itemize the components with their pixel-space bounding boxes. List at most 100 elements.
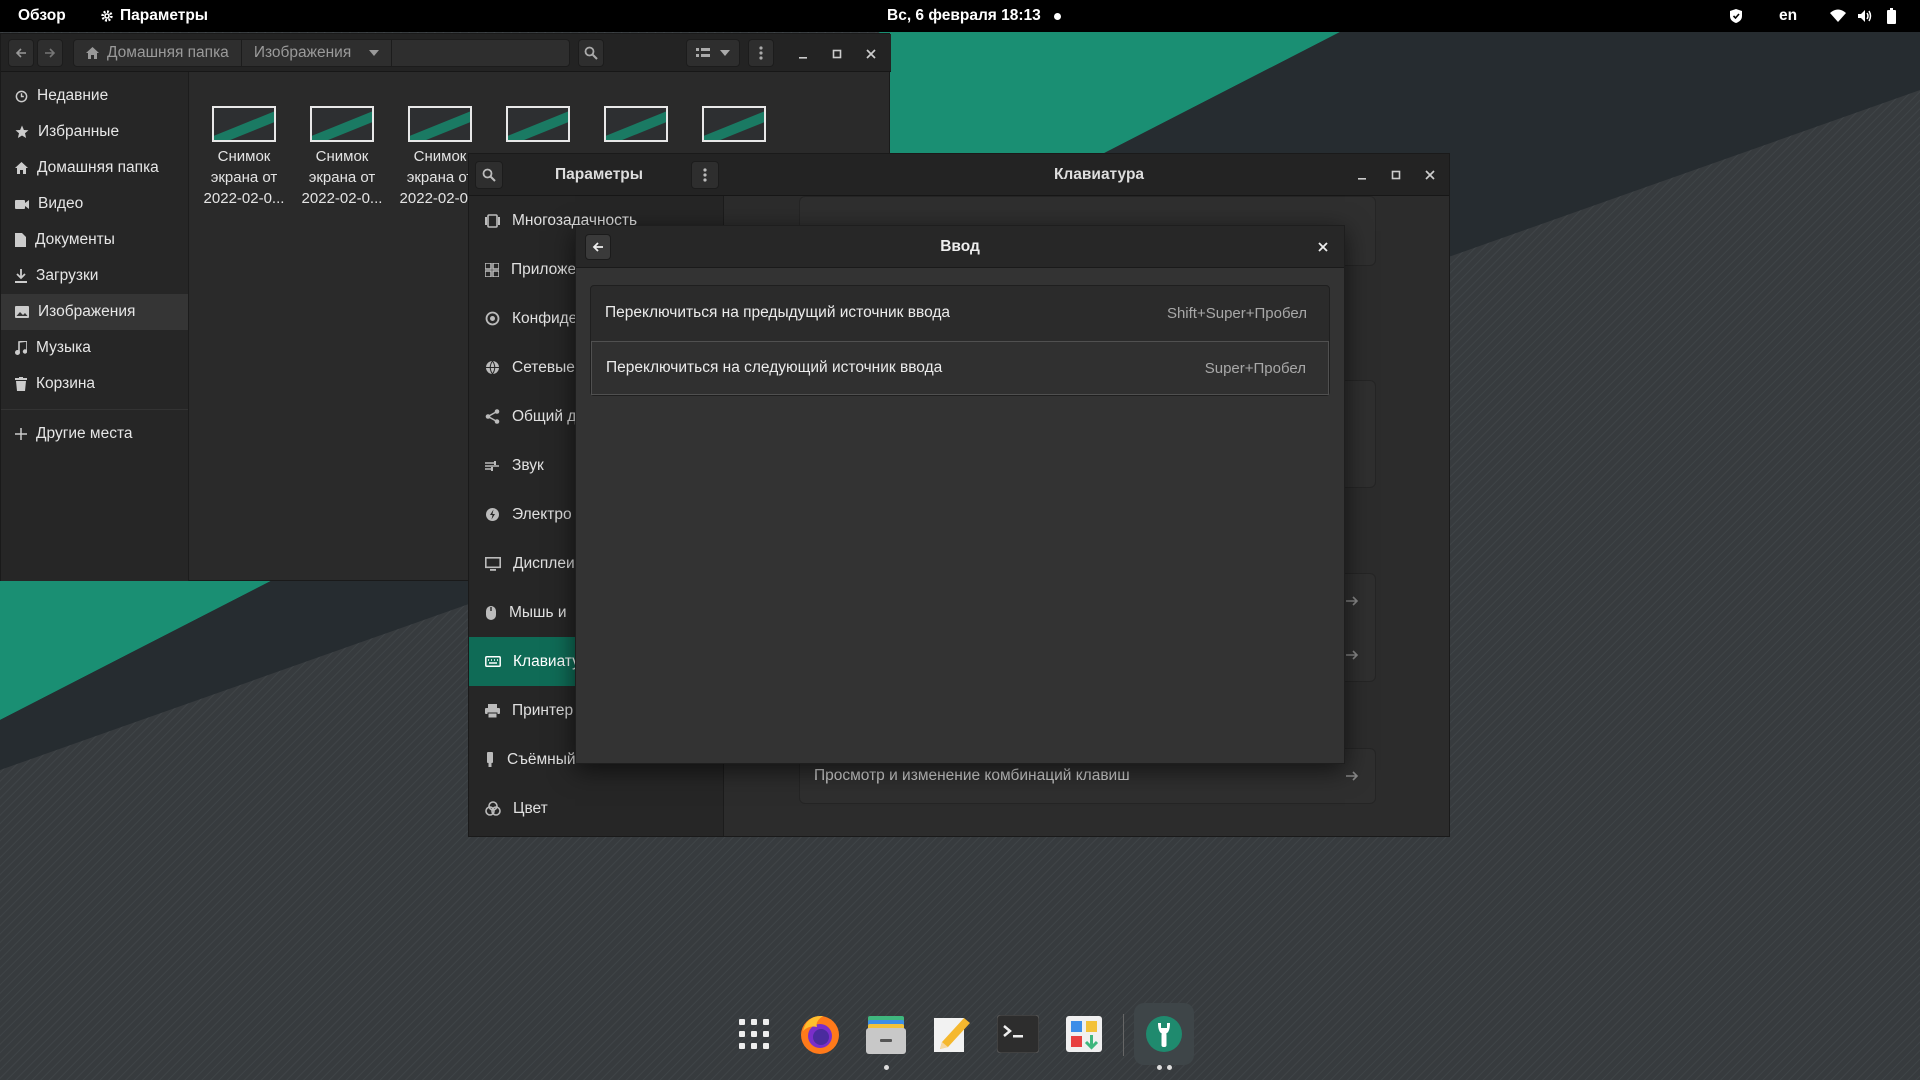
files-icon bbox=[866, 1016, 906, 1054]
activities-button[interactable]: Обзор bbox=[18, 0, 66, 32]
file-item[interactable]: Снимок экрана от 2022-02-0... bbox=[297, 106, 387, 209]
close-button[interactable] bbox=[1413, 158, 1447, 192]
dock bbox=[0, 1000, 1920, 1080]
printer-icon bbox=[485, 703, 500, 718]
file-thumbnail bbox=[604, 106, 668, 142]
multitasking-icon bbox=[485, 213, 500, 228]
settings-search-button[interactable] bbox=[475, 161, 503, 189]
file-thumbnail bbox=[310, 106, 374, 142]
terminal-icon bbox=[997, 1015, 1039, 1053]
clock[interactable]: Вс, 6 февраля 18:13 bbox=[887, 0, 1041, 32]
app-grid-icon bbox=[739, 1019, 769, 1049]
file-thumbnail bbox=[506, 106, 570, 142]
dock-firefox[interactable] bbox=[790, 1003, 850, 1065]
dialog-header: Ввод bbox=[576, 226, 1344, 268]
arrow-left-icon bbox=[592, 242, 603, 252]
shortcut-row[interactable]: Переключиться на предыдущий источник вво… bbox=[591, 286, 1329, 340]
settings-icon bbox=[1146, 1016, 1182, 1052]
sidebar-item-starred[interactable]: Избранные bbox=[1, 114, 188, 150]
dock-software-center[interactable] bbox=[1054, 1003, 1114, 1065]
sidebar-item-label: Музыка bbox=[36, 339, 91, 356]
sidebar-item-trash[interactable]: Корзина bbox=[1, 366, 188, 402]
dock-text-editor[interactable] bbox=[922, 1003, 982, 1065]
arrow-left-icon bbox=[15, 48, 26, 58]
file-item[interactable]: Снимок экрана от 2022-02-0... bbox=[199, 106, 289, 209]
breadcrumb-home-label: Домашняя папка bbox=[107, 44, 229, 61]
file-item[interactable] bbox=[591, 106, 681, 146]
running-indicator bbox=[1157, 1065, 1162, 1070]
file-name-line: экрана от bbox=[210, 169, 278, 186]
view-options-button[interactable] bbox=[686, 39, 740, 67]
files-header-bar: Домашняя папка Изображения bbox=[1, 34, 891, 72]
shield-icon[interactable] bbox=[1729, 0, 1743, 32]
privacy-icon bbox=[485, 311, 500, 326]
sidebar-item-label: Домашняя папка bbox=[37, 159, 159, 176]
breadcrumb-images[interactable]: Изображения bbox=[242, 40, 393, 66]
dock-separator bbox=[1123, 1014, 1124, 1056]
sidebar-item-images[interactable]: Изображения bbox=[1, 294, 188, 330]
sidebar-item-documents[interactable]: Документы bbox=[1, 222, 188, 258]
shortcut-row[interactable]: Переключиться на следующий источник ввод… bbox=[591, 341, 1329, 395]
sidebar-item-home[interactable]: Домашняя папка bbox=[1, 150, 188, 186]
settings-menu-button[interactable] bbox=[691, 161, 719, 189]
sidebar-item-videos[interactable]: Видео bbox=[1, 186, 188, 222]
shortcut-accelerator: Shift+Super+Пробел bbox=[1166, 304, 1307, 322]
removable-media-icon bbox=[487, 752, 493, 767]
maximize-icon bbox=[1391, 170, 1401, 180]
sidebar-item-label: Цвет bbox=[513, 799, 548, 817]
volume-icon[interactable] bbox=[1857, 0, 1873, 32]
home-icon bbox=[86, 47, 99, 59]
trash-icon bbox=[15, 377, 27, 391]
maximize-button[interactable] bbox=[1379, 158, 1413, 192]
image-icon bbox=[15, 306, 29, 318]
sidebar-item-color[interactable]: Цвет bbox=[469, 784, 723, 833]
battery-icon[interactable] bbox=[1887, 0, 1896, 32]
file-item[interactable] bbox=[689, 106, 779, 146]
sidebar-item-label: Конфиде bbox=[512, 309, 578, 327]
sidebar-item-other-places[interactable]: Другие места bbox=[1, 416, 188, 452]
file-name-line: 2022-02-0... bbox=[301, 190, 383, 207]
sidebar-item-label: Видео bbox=[38, 195, 84, 212]
sidebar-item-label: Клавиату bbox=[513, 652, 580, 670]
chevron-down-icon bbox=[369, 50, 380, 56]
sidebar-item-recent[interactable]: Недавние bbox=[1, 78, 188, 114]
video-icon bbox=[15, 199, 29, 209]
sidebar-item-label: Приложе bbox=[511, 260, 577, 278]
sidebar-item-music[interactable]: Музыка bbox=[1, 330, 188, 366]
search-icon bbox=[482, 168, 496, 182]
file-name-line: 2022-02-0... bbox=[203, 190, 285, 207]
breadcrumb-home[interactable]: Домашняя папка bbox=[74, 40, 242, 66]
dock-files[interactable] bbox=[856, 1003, 916, 1070]
dock-terminal[interactable] bbox=[988, 1003, 1048, 1065]
app-grid-button[interactable] bbox=[724, 1003, 784, 1065]
close-button[interactable] bbox=[854, 37, 888, 71]
sidebar-item-label: Недавние bbox=[37, 87, 109, 104]
sidebar-item-label: Съёмный bbox=[507, 750, 576, 768]
color-icon bbox=[485, 801, 501, 816]
arrow-right-icon bbox=[45, 48, 56, 58]
minimize-icon bbox=[1358, 178, 1366, 180]
power-icon bbox=[486, 508, 499, 521]
sidebar-item-downloads[interactable]: Загрузки bbox=[1, 258, 188, 294]
file-thumbnail bbox=[408, 106, 472, 142]
dialog-back-button[interactable] bbox=[585, 234, 611, 260]
firefox-icon bbox=[801, 1015, 839, 1054]
minimize-icon bbox=[799, 57, 807, 59]
dialog-close-button[interactable] bbox=[1310, 234, 1336, 260]
search-button[interactable] bbox=[578, 39, 604, 67]
file-item[interactable] bbox=[493, 106, 583, 146]
dock-settings[interactable] bbox=[1134, 1003, 1194, 1070]
sidebar-item-label: Сетевые bbox=[512, 358, 575, 376]
forward-button[interactable] bbox=[37, 39, 63, 67]
close-icon bbox=[866, 49, 876, 59]
minimize-button[interactable] bbox=[786, 37, 820, 71]
sidebar-item-label: Другие места bbox=[36, 425, 133, 442]
files-sidebar: Недавние Избранные Домашняя папка Видео … bbox=[1, 72, 189, 581]
back-button[interactable] bbox=[8, 39, 34, 67]
maximize-button[interactable] bbox=[820, 37, 854, 71]
keyboard-layout-indicator[interactable]: en bbox=[1779, 0, 1797, 32]
minimize-button[interactable] bbox=[1345, 158, 1379, 192]
menu-button[interactable] bbox=[748, 39, 774, 67]
wifi-icon[interactable] bbox=[1830, 0, 1846, 32]
app-menu[interactable]: Параметры bbox=[100, 0, 208, 32]
